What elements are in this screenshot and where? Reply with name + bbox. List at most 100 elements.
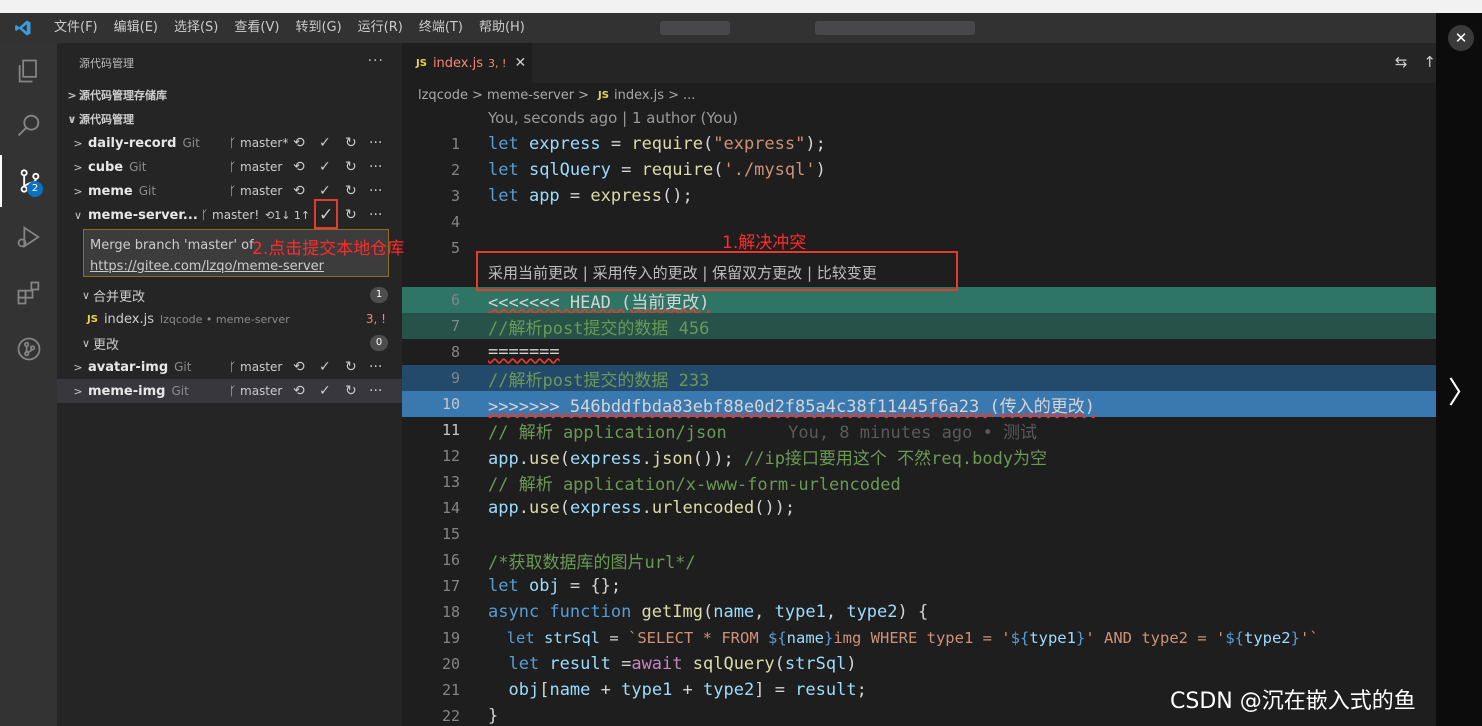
code-text[interactable]: // 解析 application/x-www-form-urlencoded	[488, 470, 901, 495]
repo-daily-record[interactable]: > daily-record Git ᚴ master* ⟲ ✓ ↻ ···	[57, 131, 402, 155]
token: require	[631, 134, 703, 154]
code-text[interactable]: async function getImg(name, type1, type2…	[488, 602, 928, 622]
code-text[interactable]: app.use(express.json()); //ip接口要用这个 不然re…	[488, 444, 1047, 469]
sync-icon[interactable]: ⟲	[293, 183, 305, 199]
menu-view[interactable]: 查看(V)	[226, 13, 287, 43]
menu-help[interactable]: 帮助(H)	[471, 13, 533, 43]
refresh-icon[interactable]: ↻	[345, 183, 357, 199]
code-text[interactable]: let result =await sqlQuery(strSql)	[488, 654, 856, 674]
refresh-icon[interactable]: ↻	[345, 159, 357, 175]
sync-icon[interactable]: ⟲	[293, 159, 305, 175]
chevron-right-icon[interactable]: 〉	[1448, 368, 1478, 412]
breadcrumb-item[interactable]: lzqcode	[418, 88, 468, 103]
code-text[interactable]: }	[488, 706, 498, 726]
code-text[interactable]: // 解析 application/json You, 8 minutes ag…	[488, 418, 1037, 443]
tab-label: index.js	[432, 55, 484, 71]
code-text[interactable]: /*获取数据库的图片url*/	[488, 548, 696, 573]
sidebar-header: 源代码管理 ···	[57, 43, 402, 83]
code-text[interactable]: let app = express();	[488, 186, 693, 206]
previous-change-icon[interactable]: ↑	[1423, 53, 1436, 71]
code-text[interactable]: =======	[488, 342, 560, 362]
repo-meme-img[interactable]: > meme-img Git ᚴ master ⟲ ✓ ↻ ···	[57, 379, 402, 403]
code-text[interactable]: let strSql = `SELECT * FROM ${name}img W…	[488, 629, 1319, 647]
commit-check-icon[interactable]: ✓	[319, 159, 331, 175]
token: +	[672, 680, 704, 700]
more-icon[interactable]: ···	[369, 135, 382, 151]
more-icon[interactable]: ···	[369, 183, 382, 199]
code-text[interactable]: let obj = {};	[488, 576, 621, 596]
code-text[interactable]: <<<<<<< HEAD (当前更改)	[488, 288, 710, 313]
more-icon[interactable]: ···	[369, 359, 382, 375]
close-tab-icon[interactable]: ✕	[514, 55, 526, 71]
group-merge-changes[interactable]: ∨ 合并更改 1	[57, 283, 402, 307]
git-graph-icon[interactable]	[0, 323, 57, 375]
more-icon[interactable]: ···	[369, 159, 382, 175]
line-number: 11	[441, 421, 460, 439]
code-text[interactable]: let sqlQuery = require('./mysql')	[488, 160, 826, 180]
source-control-icon[interactable]: 2	[0, 155, 57, 207]
token: =	[610, 654, 632, 674]
sync-icon[interactable]: ⟲	[293, 135, 305, 151]
repo-meme-server[interactable]: ∨ meme-server... ᚴ master! ⟲1↓ 1↑ ✓ ↻ ··…	[57, 203, 402, 227]
branch-indicator[interactable]: ᚴ master	[229, 184, 282, 198]
repo-avatar-img[interactable]: > avatar-img Git ᚴ master ⟲ ✓ ↻ ···	[57, 355, 402, 379]
refresh-icon[interactable]: ↻	[345, 359, 357, 375]
menu-selection[interactable]: 选择(S)	[166, 13, 226, 43]
code-text[interactable]: //解析post提交的数据 456	[488, 314, 709, 339]
menu-edit[interactable]: 编辑(E)	[106, 13, 166, 43]
code-line: 2 let sqlQuery = require('./mysql')	[402, 157, 1436, 183]
group-changes[interactable]: ∨ 更改 0	[57, 331, 402, 355]
section-repositories[interactable]: > 源代码管理存储库	[57, 83, 402, 107]
refresh-icon[interactable]: ↻	[345, 383, 357, 399]
blurred-title	[660, 21, 730, 35]
more-icon[interactable]: ···	[369, 207, 382, 223]
token: (	[774, 654, 785, 674]
search-icon[interactable]	[0, 99, 57, 151]
code-text[interactable]: //解析post提交的数据 233	[488, 366, 709, 391]
repo-cube[interactable]: > cube Git ᚴ master ⟲ ✓ ↻ ···	[57, 155, 402, 179]
code-line: 13 // 解析 application/x-www-form-urlencode…	[402, 469, 1436, 495]
refresh-icon[interactable]: ↻	[345, 207, 357, 223]
menu-file[interactable]: 文件(F)	[46, 13, 106, 43]
menu-go[interactable]: 转到(G)	[287, 13, 349, 43]
section-source-control-label: 源代码管理	[79, 113, 134, 126]
refresh-icon[interactable]: ↻	[345, 135, 357, 151]
tab-index-js[interactable]: JS index.js 3, ! ✕	[402, 43, 532, 83]
code-line-incoming-marker: 10 >>>>>>> 546bddfbda83ebf88e0d2f85a4c38f…	[402, 391, 1436, 417]
code-text[interactable]: >>>>>>> 546bddfbda83ebf88e0d2f85a4c38f11…	[488, 392, 1095, 417]
code-text[interactable]: let express = require("express");	[488, 134, 826, 154]
branch-indicator[interactable]: ᚴ master!	[201, 208, 259, 222]
sync-icon[interactable]: ⟲	[293, 359, 305, 375]
token: type1	[774, 602, 826, 622]
open-changes-icon[interactable]: ⇆	[1395, 53, 1408, 71]
breadcrumb-item[interactable]: index.js	[614, 88, 664, 103]
changed-file-index-js[interactable]: JS index.js lzqcode • meme-server 3, !	[57, 307, 402, 331]
commit-check-icon[interactable]: ✓	[319, 359, 331, 375]
menu-terminal[interactable]: 终端(T)	[411, 13, 471, 43]
code-text[interactable]: app.use(express.urlencoded());	[488, 498, 795, 518]
blame-codelens[interactable]: You, seconds ago | 1 author (You)	[488, 109, 738, 127]
sync-status[interactable]: ⟲1↓ 1↑	[265, 209, 310, 222]
more-icon[interactable]: ···	[369, 383, 382, 399]
breadcrumb-item[interactable]: ...	[683, 88, 695, 103]
sync-icon[interactable]: ⟲	[293, 383, 305, 399]
breadcrumb-item[interactable]: meme-server	[487, 88, 574, 103]
explorer-icon[interactable]	[0, 45, 57, 97]
commit-check-icon[interactable]: ✓	[319, 183, 331, 199]
branch-indicator[interactable]: ᚴ master	[229, 360, 282, 374]
close-icon[interactable]: ✕	[1448, 25, 1474, 51]
commit-check-icon[interactable]: ✓	[319, 135, 331, 151]
branch-indicator[interactable]: ᚴ master	[229, 160, 282, 174]
section-source-control[interactable]: ∨ 源代码管理	[57, 107, 402, 131]
extensions-icon[interactable]	[0, 267, 57, 319]
token: obj	[528, 576, 560, 596]
branch-indicator[interactable]: ᚴ master*	[229, 136, 288, 150]
more-actions-icon[interactable]: ···	[368, 53, 384, 69]
repo-meme[interactable]: > meme Git ᚴ master ⟲ ✓ ↻ ···	[57, 179, 402, 203]
run-debug-icon[interactable]	[0, 211, 57, 263]
vscode-logo-icon	[0, 13, 46, 43]
code-text[interactable]: obj[name + type1 + type2] = result;	[488, 680, 866, 700]
menu-run[interactable]: 运行(R)	[350, 13, 411, 43]
commit-check-icon[interactable]: ✓	[319, 383, 331, 399]
branch-indicator[interactable]: ᚴ master	[229, 384, 282, 398]
